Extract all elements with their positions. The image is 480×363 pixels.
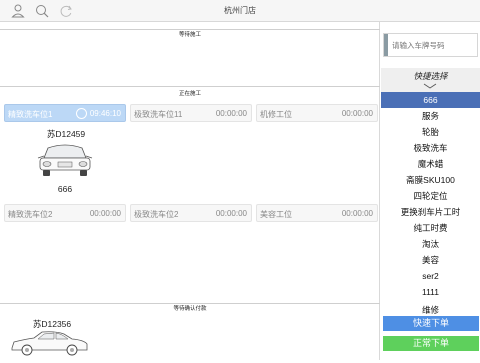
divider (0, 86, 380, 87)
station-timer: 00:00:00 (341, 109, 373, 118)
section-awaiting-payment-title: 等待确认付款 (173, 306, 207, 312)
station-3[interactable]: 机修工位 00:00:00 (256, 104, 378, 122)
quick-item[interactable]: 淘汰 (381, 236, 480, 252)
quick-select-header[interactable]: 快捷选择 (381, 68, 480, 92)
quick-item[interactable]: 666 (381, 92, 480, 108)
store-title: 杭州门店 (224, 6, 256, 15)
quick-item[interactable]: 四轮定位 (381, 188, 480, 204)
section-waiting-title: 等待施工 (178, 32, 201, 38)
quick-item[interactable]: 美容 (381, 252, 480, 268)
station-timer: 00:00:00 (341, 209, 373, 218)
section-in-progress-title: 正在施工 (178, 91, 201, 97)
quick-item[interactable]: 1111 (381, 284, 480, 300)
search-accent-bar (384, 34, 388, 56)
station-4[interactable]: 精致洗车位2 00:00:00 (4, 204, 126, 222)
station-2[interactable]: 极致洗车位11 00:00:00 (130, 104, 252, 122)
station-1[interactable]: 精致洗车位1 09:46:10 (4, 104, 126, 122)
quick-item[interactable]: 纯工时费 (381, 220, 480, 236)
quick-item[interactable]: 更换刹车片工时 (381, 204, 480, 220)
quick-item[interactable]: 服务 (381, 108, 480, 124)
station-name: 精致洗车位2 (8, 210, 53, 219)
car-front-icon[interactable] (36, 140, 94, 180)
quick-item[interactable]: 魔术蜡 (381, 156, 480, 172)
plate-search-box[interactable] (383, 33, 478, 57)
normal-order-button[interactable]: 正常下单 (383, 336, 479, 351)
plate-search-input[interactable] (392, 38, 476, 52)
station-timer: 09:46:10 (89, 109, 121, 118)
quick-select-panel: 快捷选择 666 服务 轮胎 极致洗车 魔术蜡 斋膜SKU100 四轮定位 更换… (381, 22, 480, 360)
car-service-label: 666 (57, 184, 73, 194)
quick-select-title: 快捷选择 (413, 71, 448, 81)
quick-order-button[interactable]: 快速下单 (383, 316, 479, 331)
quick-item[interactable]: 极致洗车 (381, 140, 480, 156)
car-plate: 苏D12459 (46, 129, 86, 139)
station-5[interactable]: 极致洗车位2 00:00:00 (130, 204, 252, 222)
quick-item[interactable]: ser2 (381, 268, 480, 284)
station-name: 极致洗车位11 (134, 110, 183, 119)
clock-icon (76, 108, 87, 119)
station-name: 机修工位 (260, 110, 292, 119)
station-name: 极致洗车位2 (134, 210, 179, 219)
divider (0, 29, 380, 30)
car-side-icon[interactable] (8, 328, 90, 358)
top-bar: 杭州门店 (0, 0, 480, 22)
station-timer: 00:00:00 (215, 209, 247, 218)
quick-item[interactable]: 轮胎 (381, 124, 480, 140)
station-timer: 00:00:00 (215, 109, 247, 118)
station-timer: 00:00:00 (89, 209, 121, 218)
station-6[interactable]: 美容工位 00:00:00 (256, 204, 378, 222)
chevron-down-icon (423, 83, 437, 89)
station-name: 美容工位 (260, 210, 292, 219)
station-name: 精致洗车位1 (8, 110, 53, 119)
quick-item[interactable]: 斋膜SKU100 (381, 172, 480, 188)
work-area: 等待施工 正在施工 精致洗车位1 09:46:10 极致洗车位11 00:00:… (0, 22, 380, 360)
